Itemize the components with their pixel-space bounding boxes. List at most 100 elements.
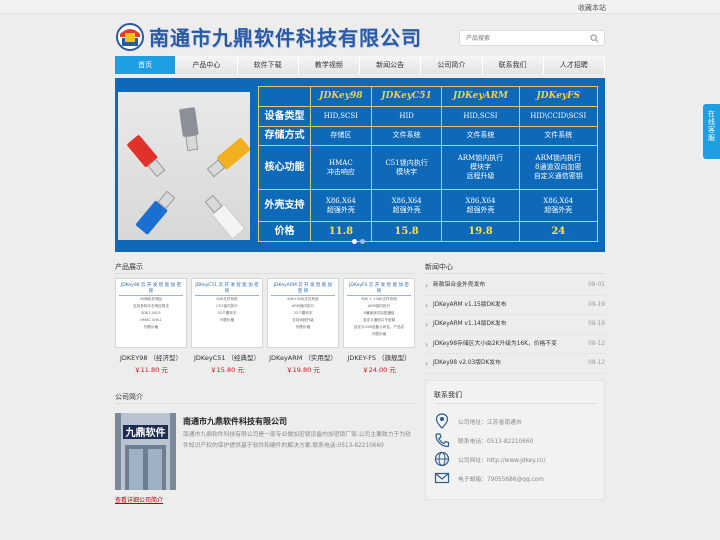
nav-about[interactable]: 公司简介	[421, 56, 483, 74]
news-item[interactable]: JDKey98 v2.03版DK发布08-12	[425, 354, 605, 374]
news-title: 新闻中心	[425, 263, 453, 271]
company-logo	[116, 23, 144, 51]
price-cell: 15.8	[370, 221, 443, 242]
nav-products[interactable]: 产品中心	[176, 56, 238, 74]
mail-icon	[434, 472, 450, 484]
news-date: 08-19	[588, 321, 605, 327]
product-card[interactable]: JDKeyC51 云 开 发 智 能 加 密 锁 64K文件系统 C51锁内执行…	[191, 278, 263, 374]
news-item[interactable]: JDKeyARM v1.14版DK发布08-19	[425, 315, 605, 335]
phone-icon	[435, 433, 450, 448]
col-header: JDKeyARM	[441, 86, 520, 107]
row-header: 设备类型	[258, 106, 311, 127]
product-card[interactable]: JDKeyFS 云 开 发 智 能 加 密 锁 96K + 128K文件系统 A…	[343, 278, 415, 374]
table-cell: X86,X64 超强外壳	[518, 189, 599, 223]
company-heading: 南通市九鼎软件科技有限公司	[183, 417, 287, 426]
search-icon[interactable]	[590, 34, 599, 43]
usb-keys-image	[118, 92, 251, 240]
contact-email: 电子邮箱：79055686@qq.com	[434, 470, 599, 486]
divider	[115, 403, 415, 404]
product-image: JDKeyC51 云 开 发 智 能 加 密 锁 64K文件系统 C51锁内执行…	[191, 278, 263, 348]
product-image: JDKey98 云 开 发 智 能 加 密 锁 2K两轮存储区 支持多种冲击响应…	[115, 278, 187, 348]
banner-slider[interactable]: JDKey98 JDKeyC51 JDKeyARM JDKeyFS 设备类型 H…	[115, 78, 605, 252]
product-price: ￥19.80 元	[286, 366, 320, 374]
table-cell: 文件系统	[518, 125, 599, 147]
favorite-link[interactable]: 收藏本站	[578, 3, 606, 13]
contact-title: 联系我们	[434, 391, 462, 399]
product-price: ￥15.80 元	[210, 366, 244, 374]
top-bar: 收藏本站	[0, 0, 720, 14]
news-list: 新款铝合金外壳发布08-01 JDKeyARM v1.15版DK发布09-19 …	[425, 276, 605, 374]
slider-dot[interactable]	[360, 239, 365, 244]
nav-contact[interactable]: 联系我们	[482, 56, 544, 74]
product-price: ￥24.00 元	[362, 366, 396, 374]
divider	[425, 273, 605, 274]
nav-jobs[interactable]: 人才招聘	[543, 56, 605, 74]
nav-videos[interactable]: 教学视频	[298, 56, 360, 74]
product-card[interactable]: JDKeyARM 云 开 发 智 能 加 密 锁 64K+64K文件系统 ARM…	[267, 278, 339, 374]
online-service-label: 在线客服	[708, 110, 715, 142]
contact-website: 公司网址：http://www.jdkey.cn/	[434, 451, 599, 467]
about-more-link[interactable]: 查看详细公司简介	[115, 495, 163, 504]
table-cell: 文件系统	[370, 125, 443, 147]
product-image: JDKeyARM 云 开 发 智 能 加 密 锁 64K+64K文件系统 ARM…	[267, 278, 339, 348]
slider-dots	[352, 238, 368, 246]
search-box	[459, 30, 605, 46]
row-header: 外壳支持	[258, 189, 311, 223]
table-cell: HMAC 冲击响应	[310, 145, 372, 191]
company-description: 南通市九鼎软件科技有限公司是一家专业做加密锁设备的加密锁厂家,公司主要致力于为软…	[183, 432, 411, 449]
globe-icon	[434, 451, 450, 467]
product-comparison-table: JDKey98 JDKeyC51 JDKeyARM JDKeyFS 设备类型 H…	[258, 86, 599, 242]
header: 南通市九鼎软件科技有限公司	[115, 14, 605, 54]
price-cell: 19.8	[441, 221, 520, 242]
row-header: 存储方式	[258, 125, 311, 147]
row-header: 价格	[258, 221, 311, 242]
table-cell: HID,SCSI	[310, 106, 372, 127]
building-sign: 九鼎软件	[125, 426, 166, 439]
news-item[interactable]: JDKey98存储区大小由2K升级为16K，价格不变08-12	[425, 335, 605, 354]
price-cell: 24	[518, 221, 599, 242]
table-cell: HID,SCSI	[441, 106, 520, 127]
divider	[115, 273, 415, 274]
main-nav: 首页 产品中心 软件下载 教学视频 新闻公告 公司简介 联系我们 人才招聘	[115, 56, 605, 74]
product-name[interactable]: JDKEY98 （经济型）	[115, 352, 187, 362]
news-date: 08-01	[588, 282, 605, 288]
products-title: 产品展示	[115, 263, 143, 271]
table-cell: X86,X64 超强外壳	[310, 189, 372, 223]
news-date: 09-19	[588, 301, 605, 308]
online-service-tab[interactable]: 在线客服	[703, 104, 720, 159]
col-header: JDKeyC51	[370, 86, 443, 107]
contact-address: 公司地址：江苏省南通市	[434, 413, 599, 429]
table-cell: ARM锁内执行 模块字 远程升级	[441, 145, 520, 191]
product-name[interactable]: JDKeyC51 （经典型）	[191, 352, 263, 362]
nav-downloads[interactable]: 软件下载	[237, 56, 299, 74]
company-building-image: 九鼎软件	[115, 413, 176, 490]
table-cell: 存储区	[310, 125, 372, 147]
table-cell: HID\CCID\SCSI	[518, 106, 599, 127]
product-card[interactable]: JDKey98 云 开 发 智 能 加 密 锁 2K两轮存储区 支持多种冲击响应…	[115, 278, 187, 374]
news-date: 08-12	[588, 360, 605, 366]
contact-box: 联系我们 公司地址：江苏省南通市 联系电话：0513-82210660 公司网址…	[425, 380, 605, 500]
table-cell: X86,X64 超强外壳	[370, 189, 443, 223]
product-name[interactable]: JDKEY-FS （旗舰型）	[343, 352, 415, 362]
product-image: JDKeyFS 云 开 发 智 能 加 密 锁 96K + 128K文件系统 A…	[343, 278, 415, 348]
location-icon	[435, 413, 449, 429]
table-cell: C51锁内执行 模块字	[370, 145, 443, 191]
product-price: ￥11.80 元	[134, 366, 168, 374]
news-item[interactable]: 新款铝合金外壳发布08-01	[425, 276, 605, 296]
company-name: 南通市九鼎软件科技有限公司	[149, 26, 422, 50]
news-date: 08-12	[588, 340, 605, 347]
search-input[interactable]	[460, 31, 580, 45]
col-header: JDKeyFS	[518, 86, 599, 107]
table-cell: ARM锁内执行 8通道双向加密 自定义通信密钥	[518, 145, 599, 191]
slider-dot[interactable]	[352, 239, 357, 244]
news-item[interactable]: JDKeyARM v1.15版DK发布09-19	[425, 296, 605, 315]
divider	[434, 403, 598, 404]
contact-phone: 联系电话：0513-82210660	[434, 432, 599, 448]
col-header: JDKey98	[310, 86, 372, 107]
product-name[interactable]: JDKeyARM （实用型）	[267, 352, 339, 362]
nav-news[interactable]: 新闻公告	[360, 56, 422, 74]
nav-home[interactable]: 首页	[115, 56, 177, 74]
table-cell: 文件系统	[441, 125, 520, 147]
table-cell: X86,X64 超强外壳	[441, 189, 520, 223]
about-section-title: 公司简介	[115, 393, 143, 401]
